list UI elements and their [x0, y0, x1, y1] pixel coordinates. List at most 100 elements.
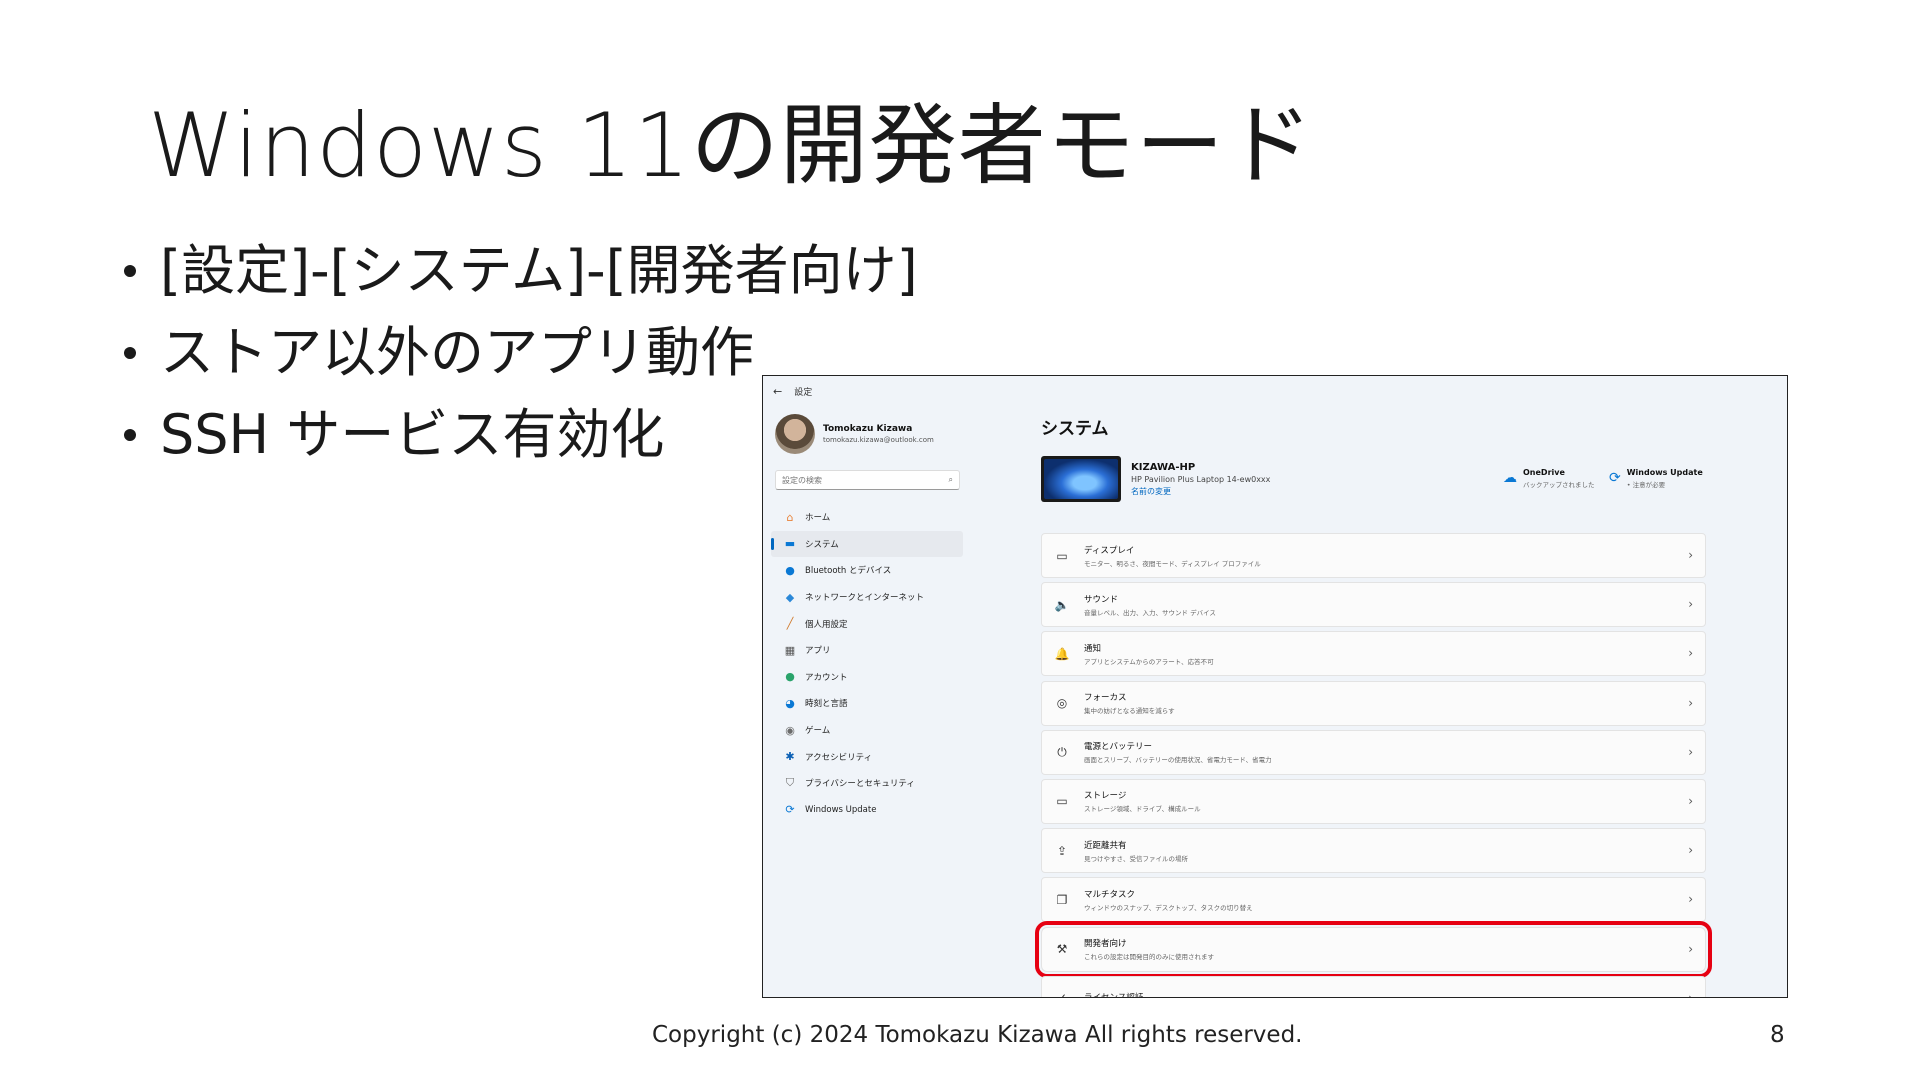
bullet-dot	[124, 429, 136, 441]
card-subtitle: ウィンドウのスナップ、デスクトップ、タスクの切り替え	[1084, 903, 1253, 912]
settings-card[interactable]: ▭ ストレージ ストレージ領域、ドライブ、構成ルール ›	[1041, 778, 1706, 824]
sidebar-item-label: アクセシビリティ	[805, 752, 873, 763]
card-title: サウンド	[1084, 594, 1119, 605]
shield-icon: ⛉	[785, 776, 795, 790]
copyright-footer: Copyright (c) 2024 Tomokazu Kizawa All r…	[652, 1022, 1303, 1048]
card-subtitle: モニター、明るさ、夜間モード、ディスプレイ プロファイル	[1084, 559, 1261, 568]
settings-card[interactable]: ⇪ 近距離共有 見つけやすさ、受信ファイルの場所 ›	[1041, 828, 1706, 874]
settings-card[interactable]: ⏻ 電源とバッテリー 画面とスリープ、バッテリーの使用状況、省電力モード、省電力 ›	[1041, 729, 1706, 775]
card-title: ディスプレイ	[1084, 545, 1135, 556]
power-icon: ⏻	[1057, 744, 1067, 759]
card-subtitle: 見つけやすさ、受信ファイルの場所	[1084, 854, 1188, 863]
settings-card[interactable]: ▭ ディスプレイ モニター、明るさ、夜間モード、ディスプレイ プロファイル ›	[1041, 533, 1706, 578]
settings-window: ← 設定 Tomokazu Kizawa tomokazu.kizawa@out…	[762, 375, 1788, 998]
profile-email: tomokazu.kizawa@outlook.com	[823, 436, 934, 444]
title-bar: ← 設定	[773, 385, 812, 398]
back-arrow-icon[interactable]: ←	[773, 385, 782, 398]
bullet-dot	[124, 347, 136, 359]
sidebar-item-label: プライバシーとセキュリティ	[805, 779, 915, 790]
device-name: KIZAWA-HP	[1131, 461, 1196, 473]
speaker-icon: 🔈	[1054, 597, 1070, 612]
sidebar-item-label: アプリ	[805, 646, 831, 657]
card-title: フォーカス	[1084, 693, 1127, 704]
update-icon: ⟳	[785, 803, 795, 817]
window-title: 設定	[794, 388, 813, 398]
sidebar-item[interactable]: ⟳ Windows Update	[771, 797, 963, 824]
chevron-right-icon: ›	[1688, 793, 1693, 808]
sidebar-item[interactable]: ● Bluetooth とデバイス	[771, 557, 963, 584]
settings-card[interactable]: 🔈 サウンド 音量レベル、出力、入力、サウンド デバイス ›	[1041, 582, 1706, 628]
activation-icon: ✓	[1054, 991, 1070, 997]
settings-card[interactable]: ⚒ 開発者向け これらの設定は開発目的のみに使用されます ›	[1035, 920, 1712, 978]
settings-card[interactable]: 🔔 通知アプリとシステムからのアラート、応答不可 ›	[1041, 631, 1706, 677]
search-icon[interactable]: ⌕	[949, 475, 953, 485]
sidebar-item[interactable]: ⌂ ホーム	[771, 504, 963, 531]
search-input[interactable]	[782, 475, 932, 485]
card-title: ライセンス認証	[1084, 991, 1143, 997]
sidebar-item[interactable]: ◆ ネットワークとインターネット	[771, 584, 963, 611]
card-subtitle: これらの設定は開発目的のみに使用されます	[1084, 953, 1214, 961]
chevron-right-icon: ›	[1688, 843, 1693, 858]
chevron-right-icon: ›	[1688, 597, 1693, 612]
sidebar-item-label: Bluetooth とデバイス	[805, 566, 892, 577]
sidebar-item-label: システム	[805, 539, 839, 550]
bullet-item: [設定]-[システム]-[開発者向け]	[124, 230, 918, 312]
home-icon: ⌂	[786, 510, 794, 524]
display-icon: ▭	[1056, 548, 1068, 563]
settings-card[interactable]: ✓ ライセンス認証 ›	[1041, 975, 1706, 997]
monitor-icon: ▬	[784, 537, 796, 551]
sidebar-item[interactable]: ◉ ゲーム	[771, 717, 963, 744]
apps-icon: ▦	[784, 643, 796, 657]
windows-update-title: Windows Update	[1626, 468, 1703, 477]
sidebar-item-label: アカウント	[805, 672, 848, 683]
search-box[interactable]: ⌕	[775, 470, 960, 490]
sidebar-item[interactable]: ╱ 個人用設定	[771, 610, 963, 637]
sidebar-item[interactable]: ⛉ プライバシーとセキュリティ	[771, 770, 963, 797]
multitask-icon: ❐	[1056, 892, 1068, 907]
update-icon: ⟳	[1609, 470, 1621, 486]
sidebar-item[interactable]: ● アカウント	[771, 664, 963, 691]
accessibility-icon: ✱	[785, 750, 795, 764]
card-title: 通知	[1084, 643, 1102, 654]
gamepad-icon: ◉	[785, 723, 795, 737]
page-title: システム	[1041, 419, 1109, 439]
card-title: 開発者向け	[1084, 939, 1127, 949]
share-icon: ⇪	[1056, 843, 1068, 858]
cloud-icon: ☁	[1503, 470, 1517, 486]
storage-icon: ▭	[1056, 794, 1068, 809]
card-title: ストレージ	[1084, 791, 1127, 802]
settings-card[interactable]: ❐ マルチタスク ウィンドウのスナップ、デスクトップ、タスクの切り替え ›	[1041, 877, 1706, 923]
card-subtitle: アプリとシステムからのアラート、応答不可	[1084, 657, 1214, 666]
wifi-icon: ◆	[785, 590, 795, 604]
profile-name: Tomokazu Kizawa	[823, 424, 913, 434]
chevron-right-icon: ›	[1688, 941, 1693, 956]
windows-update-status[interactable]: ⟳ Windows Update • 注意が必要	[1609, 468, 1703, 489]
focus-icon: ◎	[1056, 696, 1068, 711]
card-title: マルチタスク	[1084, 889, 1136, 900]
onedrive-sub: バックアップされました	[1523, 481, 1595, 489]
chevron-right-icon: ›	[1688, 646, 1693, 661]
onedrive-title: OneDrive	[1523, 468, 1565, 477]
bullet-text: [設定]-[システム]-[開発者向け]	[160, 239, 918, 302]
sidebar-item[interactable]: ✱ アクセシビリティ	[771, 743, 963, 770]
sidebar-item[interactable]: ▬ システム	[771, 530, 963, 558]
globe-icon: ◕	[785, 696, 795, 710]
settings-card[interactable]: ◎ フォーカス 集中の妨げとなる通知を減らす ›	[1041, 680, 1706, 726]
sidebar-item-label: ホーム	[805, 513, 831, 524]
card-subtitle: 画面とスリープ、バッテリーの使用状況、省電力モード、省電力	[1084, 756, 1272, 765]
rename-link[interactable]: 名前の変更	[1131, 486, 1270, 497]
bullet-dot	[124, 265, 136, 277]
bluetooth-icon: ●	[785, 563, 795, 577]
bullet-text: ストア以外のアプリ動作	[160, 321, 754, 384]
sidebar-item-label: ゲーム	[805, 726, 831, 737]
sidebar-item[interactable]: ▦ アプリ	[771, 637, 963, 664]
card-title: 電源とバッテリー	[1084, 742, 1153, 753]
bullet-text: SSH サービス有効化	[160, 403, 665, 466]
device-thumbnail	[1041, 456, 1121, 502]
avatar	[775, 414, 815, 454]
bell-icon: 🔔	[1054, 646, 1070, 661]
onedrive-status[interactable]: ☁ OneDrive バックアップされました	[1503, 468, 1595, 489]
profile[interactable]: Tomokazu Kizawa tomokazu.kizawa@outlook.…	[775, 414, 934, 454]
sidebar-item[interactable]: ◕ 時刻と言語	[771, 690, 963, 717]
page-number: 8	[1770, 1022, 1785, 1048]
